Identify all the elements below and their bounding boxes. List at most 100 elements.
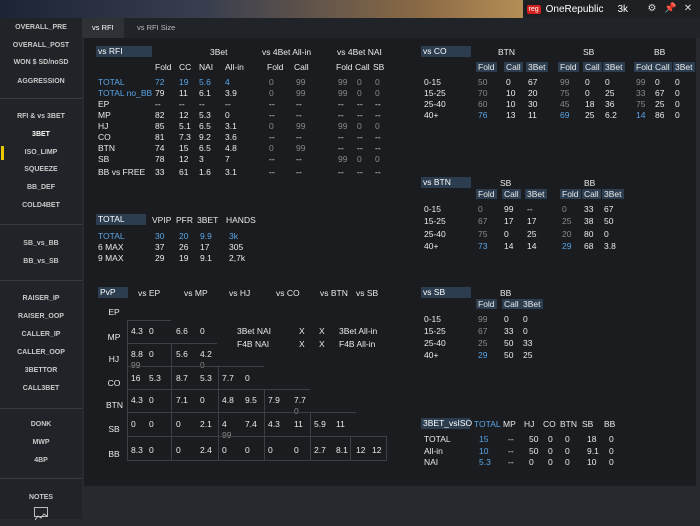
iso-col-header: BTN: [560, 419, 577, 429]
rfi-cell: 78: [155, 154, 164, 164]
pvp-legend-mark: X: [299, 339, 305, 349]
pvp-grid-line: [127, 320, 171, 321]
vsbtn-group-header: SB: [500, 178, 511, 188]
iso-col-header: SB: [582, 419, 593, 429]
pvp-row-label: BTN: [106, 400, 122, 410]
sidebar-item-aggression[interactable]: AGGRESSION: [0, 77, 82, 87]
totals-cell: 3k: [229, 231, 238, 241]
vssb-row-label: 25-40: [424, 338, 446, 348]
sidebar-item-bb-def[interactable]: BB_DEF: [0, 183, 82, 193]
rfi-cell: 74: [155, 143, 164, 153]
vssb-col-header: Call: [502, 299, 521, 309]
sidebar-item-raiser-oop[interactable]: RAISER_OOP: [0, 312, 82, 322]
iso-cell: 0: [609, 446, 614, 456]
rfi-cell: --: [357, 132, 363, 142]
rfi-cell: 99: [296, 77, 305, 87]
sidebar-item-won-sd-nosd[interactable]: WON $ SD/noSD: [0, 58, 82, 68]
rfi-row-label: TOTAL no_BB: [98, 88, 152, 98]
totals-title[interactable]: TOTAL: [96, 214, 146, 225]
pvp-legend-mark: X: [299, 326, 305, 336]
vssb-title[interactable]: vs SB: [421, 287, 471, 298]
sidebar-item-cold4bet[interactable]: COLD4BET: [0, 201, 82, 211]
sidebar-item-sb-vs-bb[interactable]: SB_vs_BB: [0, 239, 82, 249]
totals-cell: 17: [200, 242, 209, 252]
totals-cell: 9.1: [200, 253, 212, 263]
vsco-title[interactable]: vs CO: [421, 46, 471, 57]
vsco-cell: 20: [528, 88, 537, 98]
rfi-cell: --: [269, 110, 275, 120]
vsbtn-col-header: Call: [502, 189, 521, 199]
rfi-col-header: Call: [294, 62, 309, 72]
pvp-cell: 0: [200, 326, 205, 336]
iso-cell: 0: [565, 457, 570, 467]
rfi-cell: --: [375, 132, 381, 142]
sidebar-item-4bp[interactable]: 4BP: [0, 456, 82, 466]
sidebar-item-iso-limp[interactable]: ISO_LIMP: [0, 148, 82, 158]
vsco-cell: 99: [636, 77, 645, 87]
rfi-cell: 82: [155, 110, 164, 120]
pvp-cell: 5.3: [200, 373, 212, 383]
vsco-cell: 0: [675, 99, 680, 109]
pin-icon[interactable]: 📌: [664, 3, 676, 15]
sidebar-item-rfi-vs-3bet[interactable]: RFI & vs 3BET: [0, 112, 82, 122]
sidebar-item-mwp[interactable]: MWP: [0, 438, 82, 448]
tab-vs-rfi[interactable]: vs RFI: [82, 18, 124, 38]
vsco-cell: 75: [636, 99, 645, 109]
pvp-grid-line: [127, 343, 217, 344]
vsco-cell: 0: [655, 77, 660, 87]
rfi-cell: --: [375, 143, 381, 153]
sidebar-item-caller-oop[interactable]: CALLER_OOP: [0, 348, 82, 358]
close-icon[interactable]: ✕: [682, 3, 694, 15]
totals-cell: 26: [179, 242, 188, 252]
sidebar-item-call3bet[interactable]: CALL3BET: [0, 384, 82, 394]
sidebar-item-notes[interactable]: NOTES: [0, 493, 82, 503]
vsco-group-header: SB: [583, 47, 594, 57]
sidebar-item-overall-pre[interactable]: OVERALL_PRE: [0, 23, 82, 33]
stats-panel: vs RFI3Betvs 4Bet All-invs 4Bet NAIFoldC…: [84, 38, 696, 486]
rfi-cell: --: [357, 167, 363, 177]
pvp-cell: 4.8: [222, 395, 234, 405]
sidebar-item-bb-vs-sb[interactable]: BB_vs_SB: [0, 257, 82, 267]
vsco-cell: 25: [585, 110, 594, 120]
sidebar-item-caller-ip[interactable]: CALLER_IP: [0, 330, 82, 340]
sidebar-item-3bettor[interactable]: 3BETTOR: [0, 366, 82, 376]
vsbtn-cell: 3.8: [604, 241, 616, 251]
iso-col-header: TOTAL: [474, 419, 501, 429]
rfi-cell: 6.1: [199, 88, 211, 98]
pvp-legend-label: 3Bet NAI: [237, 326, 271, 336]
vsbtn-cell: 0: [604, 229, 609, 239]
tab-vs-rfi-size[interactable]: vs RFI Size: [127, 18, 185, 38]
sidebar-item-squeeze[interactable]: SQUEEZE: [0, 165, 82, 175]
totals-row-label: TOTAL: [98, 231, 125, 241]
gear-icon[interactable]: ⚙: [646, 3, 658, 15]
iso-cell: 10: [479, 446, 488, 456]
vsco-row-label: 25-40: [424, 99, 446, 109]
sidebar-divider: [0, 224, 82, 225]
rfi-col-header: Fold: [267, 62, 284, 72]
sidebar-item-3bet[interactable]: 3BET: [0, 130, 82, 140]
iso-title[interactable]: 3BET_vsISO: [421, 418, 470, 429]
vssb-cell: 50: [504, 338, 513, 348]
sidebar-item-raiser-ip[interactable]: RAISER_IP: [0, 294, 82, 304]
pvp-title[interactable]: PvP: [98, 287, 128, 298]
vsco-cell: 50: [478, 77, 487, 87]
vsbtn-cell: 0: [478, 204, 483, 214]
vsco-cell: 69: [560, 110, 569, 120]
vsco-row-label: 0-15: [424, 77, 441, 87]
sidebar-item-donk[interactable]: DONK: [0, 420, 82, 430]
vsco-cell: 6.2: [605, 110, 617, 120]
vsbtn-cell: --: [527, 204, 533, 214]
rfi-cell: 4: [225, 77, 230, 87]
pvp-cell: 0: [294, 445, 299, 455]
chart-icon[interactable]: [34, 507, 48, 517]
vsco-cell: 10: [506, 88, 515, 98]
rfi-title[interactable]: vs RFI: [96, 46, 152, 57]
rfi-cell: --: [155, 99, 161, 109]
sidebar-item-overall-post[interactable]: OVERALL_POST: [0, 41, 82, 51]
pvp-cell: 12: [372, 445, 381, 455]
vsbtn-col-header: Fold: [560, 189, 581, 199]
vsbtn-cell: 75: [478, 229, 487, 239]
totals-cell: 9.9: [200, 231, 212, 241]
vsbtn-title[interactable]: vs BTN: [421, 177, 471, 188]
pvp-cell: 7.1: [176, 395, 188, 405]
